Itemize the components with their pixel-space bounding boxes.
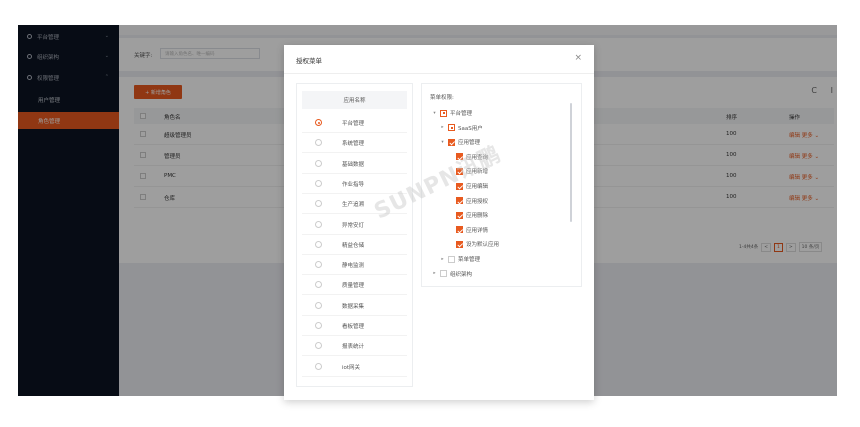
close-icon[interactable]: ×: [574, 53, 582, 63]
app-radio[interactable]: [315, 139, 322, 147]
permission-title: 菜单权限:: [430, 95, 454, 101]
tree-node-label: 平台管理: [450, 111, 473, 117]
expand-toggle-icon[interactable]: ▾: [440, 140, 445, 145]
tree-node[interactable]: 应用详情: [448, 226, 488, 234]
authorize-menu-dialog: 授权菜单 × 应用名称 平台管理系统管理基础数据作业指导生产追溯异常安灯精益仓储…: [284, 45, 594, 400]
tree-scrollbar[interactable]: [570, 103, 572, 222]
tree-node-label: 菜单管理: [458, 257, 481, 263]
tree-node[interactable]: ▾ 平台管理: [432, 109, 472, 117]
expand-toggle-icon[interactable]: ▸: [440, 125, 445, 130]
tree-checkbox[interactable]: [448, 255, 455, 263]
expand-toggle-icon[interactable]: ▸: [440, 257, 445, 262]
app-radio[interactable]: [315, 281, 322, 289]
app-radio[interactable]: [315, 342, 322, 350]
tree-checkbox[interactable]: [456, 211, 463, 219]
app-radio[interactable]: [315, 200, 322, 208]
app-name: 平台管理: [342, 121, 365, 127]
tree-checkbox[interactable]: [456, 197, 463, 205]
app-list-item[interactable]: 看板管理: [302, 316, 407, 336]
tree-node[interactable]: 应用删除: [448, 211, 488, 219]
tree-checkbox[interactable]: [448, 138, 455, 146]
tree-node[interactable]: 设为默认应用: [448, 240, 499, 248]
app-radio[interactable]: [315, 240, 322, 248]
app-name: 作业指导: [342, 181, 365, 188]
app-radio[interactable]: [315, 301, 322, 309]
tree-checkbox[interactable]: [456, 226, 463, 234]
tree-node[interactable]: ▸ SaaS用户: [440, 124, 483, 132]
app-name: 生产追溯: [342, 202, 365, 209]
app-radio[interactable]: [315, 179, 322, 187]
app-list-item[interactable]: 静电监测: [302, 255, 407, 276]
tree-node-label: 应用授权: [466, 198, 489, 205]
app-radio[interactable]: [315, 322, 322, 329]
app-name: 看板管理: [342, 324, 365, 330]
tree-checkbox[interactable]: [440, 109, 447, 117]
dialog-divider: [284, 73, 594, 74]
app-name: 质量管理: [342, 283, 365, 290]
tree-node-label: 组织架构: [450, 271, 473, 278]
app-list-item[interactable]: 精益仓储: [302, 235, 407, 255]
tree-node-label: 设为默认应用: [466, 242, 500, 249]
expand-toggle-icon[interactable]: ▾: [432, 111, 437, 116]
app-list-panel: 应用名称 平台管理系统管理基础数据作业指导生产追溯异常安灯精益仓储静电监测质量管…: [296, 83, 413, 387]
app-name: iot网关: [342, 364, 361, 371]
tree-node-label: 应用详情: [466, 227, 489, 234]
app-list-item[interactable]: 系统管理: [302, 133, 407, 154]
app-list-item[interactable]: 平台管理: [302, 113, 407, 133]
tree-checkbox[interactable]: [440, 270, 447, 278]
tree-checkbox[interactable]: [448, 124, 455, 132]
tree-checkbox[interactable]: [456, 240, 463, 248]
app-name: 系统管理: [342, 141, 365, 148]
dialog-title: 授权菜单: [296, 57, 322, 65]
app-name: 基础数据: [342, 161, 365, 168]
app-name: 异常安灯: [342, 222, 365, 229]
tree-node[interactable]: ▸ 菜单管理: [440, 255, 480, 263]
app-name: 数据采集: [342, 303, 365, 310]
app-list-item[interactable]: 基础数据: [302, 154, 407, 174]
app-radio[interactable]: [315, 220, 322, 228]
app-radio[interactable]: [315, 362, 322, 370]
app-radio[interactable]: [315, 119, 322, 126]
tree-node-label: 应用删除: [466, 213, 489, 220]
app-name: 报表统计: [342, 344, 365, 351]
app-name: 静电监测: [342, 263, 365, 270]
tree-node-label: 应用编辑: [466, 184, 489, 190]
tree-node-label: SaaS用户: [458, 125, 483, 132]
app-radio[interactable]: [315, 159, 322, 167]
app-name: 精益仓储: [342, 242, 365, 249]
app-list-item[interactable]: 数据采集: [302, 296, 407, 316]
tree-node[interactable]: 应用授权: [448, 197, 488, 205]
tree-node[interactable]: ▸ 组织架构: [432, 270, 472, 278]
app-radio[interactable]: [315, 261, 322, 269]
app-list-header: 应用名称: [302, 91, 407, 109]
app-list-item[interactable]: iot网关: [302, 357, 407, 377]
app-list-item[interactable]: 报表统计: [302, 336, 407, 357]
app-list-item[interactable]: 质量管理: [302, 275, 407, 296]
expand-toggle-icon[interactable]: ▸: [432, 271, 437, 276]
